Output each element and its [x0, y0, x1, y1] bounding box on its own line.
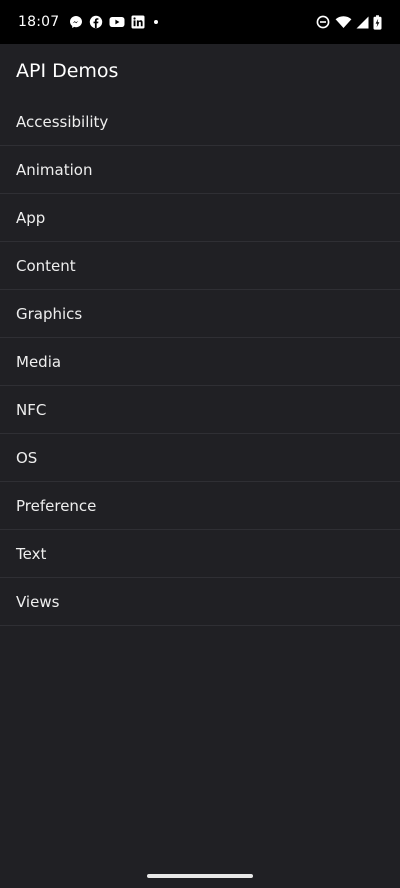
list-item-label: OS	[16, 448, 38, 467]
list-item-label: App	[16, 208, 46, 227]
do-not-disturb-icon	[315, 14, 331, 30]
list-item-label: Text	[16, 544, 47, 563]
status-bar: 18:07	[0, 0, 400, 44]
linkedin-icon	[131, 15, 145, 29]
more-dot-icon	[151, 15, 161, 29]
demo-category-list: Accessibility Animation App Content Grap…	[0, 98, 400, 626]
screen: 18:07 API Demos Accessibility Animation …	[0, 0, 400, 888]
page-title: API Demos	[16, 60, 119, 82]
home-gesture-bar[interactable]	[147, 874, 253, 878]
list-item-preference[interactable]: Preference	[0, 482, 400, 530]
wifi-icon	[335, 15, 352, 29]
list-item-label: Media	[16, 352, 62, 371]
cellular-signal-icon	[356, 16, 369, 29]
list-item-media[interactable]: Media	[0, 338, 400, 386]
list-item-label: Views	[16, 592, 60, 611]
list-item-graphics[interactable]: Graphics	[0, 290, 400, 338]
messenger-icon	[69, 15, 83, 29]
status-time: 18:07	[18, 14, 60, 30]
notification-icons	[69, 15, 161, 29]
list-item-accessibility[interactable]: Accessibility	[0, 98, 400, 146]
list-item-app[interactable]: App	[0, 194, 400, 242]
list-item-label: Accessibility	[16, 112, 109, 131]
youtube-icon	[109, 16, 125, 28]
battery-charging-icon	[373, 14, 382, 30]
list-item-label: NFC	[16, 400, 47, 419]
list-item-label: Animation	[16, 160, 93, 179]
list-item-animation[interactable]: Animation	[0, 146, 400, 194]
list-item-nfc[interactable]: NFC	[0, 386, 400, 434]
facebook-icon	[89, 15, 103, 29]
list-item-views[interactable]: Views	[0, 578, 400, 626]
system-status-icons	[315, 14, 382, 30]
app-bar: API Demos	[0, 44, 400, 98]
list-item-content[interactable]: Content	[0, 242, 400, 290]
list-item-os[interactable]: OS	[0, 434, 400, 482]
list-item-label: Graphics	[16, 304, 83, 323]
list-item-label: Preference	[16, 496, 97, 515]
list-item-label: Content	[16, 256, 76, 275]
list-item-text[interactable]: Text	[0, 530, 400, 578]
